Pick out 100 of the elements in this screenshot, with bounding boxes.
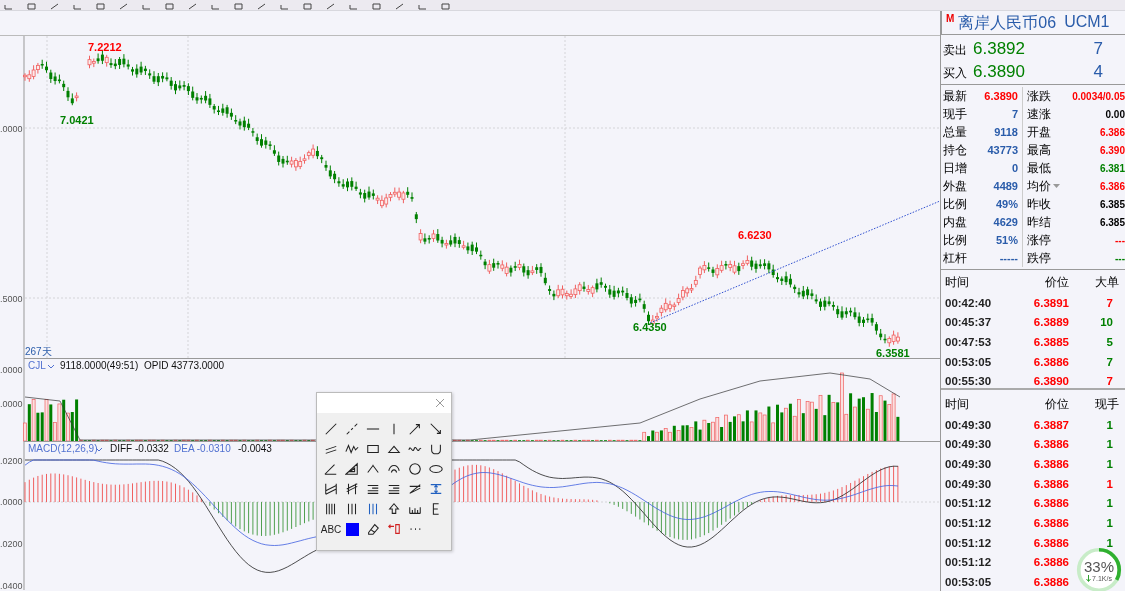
stat-label: 最新 [943, 87, 968, 105]
stat-value: 7 [971, 105, 1023, 123]
stat-label: 内盘 [943, 213, 968, 231]
stat-value: ----- [971, 249, 1023, 267]
price-label: 6.3581 [876, 347, 910, 359]
text-tool[interactable]: ABC [321, 519, 341, 539]
price-cell-text: 6.3885 [1032, 335, 1069, 348]
axis-label: .0000 [0, 399, 23, 409]
column-header: 现手 [1094, 396, 1119, 414]
stat-value: 4629 [971, 213, 1023, 231]
volume-cell-text: 1 [1105, 457, 1114, 470]
price-cell-text: 6.3891 [1032, 296, 1069, 309]
stat-label: 均价 [1027, 177, 1051, 195]
badge-label: M [946, 13, 955, 24]
stat-label: 涨跌 [1027, 87, 1051, 105]
stat-label: 昨结 [1027, 213, 1051, 231]
time-cell-text: 00:53:05 [945, 576, 993, 589]
period-label: 267天 [25, 346, 52, 357]
stat-value: 4489 [971, 177, 1023, 195]
volume-cell-text: 7 [1105, 355, 1114, 368]
volume-cell-text: 1 [1105, 477, 1114, 490]
stat-label: 持仓 [943, 141, 968, 159]
price-cell-text: 6.3886 [1032, 556, 1069, 569]
column-header: 价位 [1044, 274, 1069, 292]
stat-label: 杠杆 [943, 249, 968, 267]
price-cell-text: 6.3887 [1032, 418, 1069, 431]
price-cell-text: 6.3886 [1032, 457, 1069, 470]
stat-value: 0.0034/0.05 [1071, 90, 1125, 102]
volume-cell-text: 1 [1105, 516, 1114, 529]
stat-label: 比例 [943, 231, 968, 249]
stat-label: 现手 [943, 105, 968, 123]
percent-label: 33% [1084, 558, 1114, 575]
stat-label: 最高 [1027, 141, 1051, 159]
axis-label: .0200 [0, 456, 23, 466]
volume-cell-text: 1 [1105, 418, 1114, 431]
time-cell-text: 00:49:30 [945, 457, 993, 470]
axis-label: .0200 [0, 539, 23, 549]
price-cell-text: 6.3889 [1032, 316, 1069, 329]
macd-value: -0.0043 [238, 443, 272, 454]
time-cell-text: 00:51:12 [945, 516, 993, 529]
column-header: 价位 [1044, 396, 1069, 414]
time-cell-text: 00:55:30 [945, 375, 993, 388]
volume-cell-text: 7 [1105, 296, 1114, 309]
axis-label: .0000 [0, 124, 23, 134]
time-cell-text: 00:49:30 [945, 477, 993, 490]
stat-value: --- [1114, 252, 1125, 264]
stat-value: 6.385 [1098, 198, 1125, 210]
time-cell-text: 00:51:12 [945, 556, 993, 569]
dea-value: DEA -0.0310 [174, 443, 231, 454]
axis-label: .0000 [0, 497, 23, 507]
axis-label: .0000 [0, 365, 23, 375]
instrument-name: 离岸人民币06 [958, 13, 1057, 33]
volume-cell-text: 1 [1105, 497, 1114, 510]
price-cell-text: 6.3886 [1032, 516, 1069, 529]
stat-value: 51% [971, 231, 1023, 249]
stat-label: 日增 [943, 159, 968, 177]
column-header: 时间 [945, 396, 970, 414]
price-cell-text: 6.3886 [1032, 576, 1069, 589]
stat-value: --- [1114, 234, 1125, 246]
volume-cell-text: 5 [1105, 335, 1114, 348]
stat-value: 6.3890 [971, 87, 1023, 105]
stat-label: 开盘 [1027, 123, 1051, 141]
time-cell-text: 00:51:12 [945, 536, 993, 549]
price-cell-text: 6.3886 [1032, 355, 1069, 368]
time-cell-text: 00:42:40 [945, 296, 993, 309]
stat-value: 6.386 [1098, 180, 1125, 192]
row-label: 卖出 [943, 42, 968, 59]
time-cell-text: 00:45:37 [945, 316, 993, 329]
price-label: 6.4350 [633, 321, 667, 333]
stat-label: 速涨 [1027, 105, 1051, 123]
stat-value: 6.390 [1098, 144, 1125, 156]
instrument-code: UCM1 [1064, 13, 1110, 31]
quote-price: 6.3890 [973, 62, 1026, 82]
axis-label: .0400 [0, 581, 23, 590]
stat-value: 0.00 [1104, 108, 1125, 120]
volume-cell-text: 1 [1105, 438, 1114, 451]
stat-label: 总量 [943, 123, 968, 141]
stat-value: 43773 [971, 141, 1023, 159]
stat-value: 9118 [971, 123, 1023, 141]
stat-value: 6.385 [1098, 216, 1125, 228]
quote-volume: 7 [1092, 39, 1103, 59]
price-cell-text: 6.3886 [1032, 438, 1069, 451]
price-cell-text: 6.3886 [1032, 536, 1069, 549]
indicator-selector[interactable]: CJL [28, 360, 46, 371]
row-label: 买入 [943, 65, 968, 82]
indicator-selector[interactable]: MACD(12,26,9) [28, 443, 98, 454]
stat-value: 49% [971, 195, 1023, 213]
volume-cell-text: 7 [1105, 375, 1114, 388]
stat-label: 涨停 [1027, 231, 1051, 249]
stat-value: 0 [971, 159, 1023, 177]
stat-label: 比例 [943, 195, 968, 213]
time-cell-text: 00:47:53 [945, 335, 993, 348]
column-header: 时间 [945, 274, 970, 292]
price-label: 7.0421 [60, 114, 94, 126]
price-cell-text: 6.3890 [1032, 375, 1069, 388]
stat-value: 6.386 [1098, 126, 1125, 138]
quote-volume: 4 [1092, 62, 1103, 82]
stat-label: 跌停 [1027, 249, 1051, 267]
time-cell-text: 00:51:12 [945, 497, 993, 510]
stat-label: 昨收 [1027, 195, 1051, 213]
